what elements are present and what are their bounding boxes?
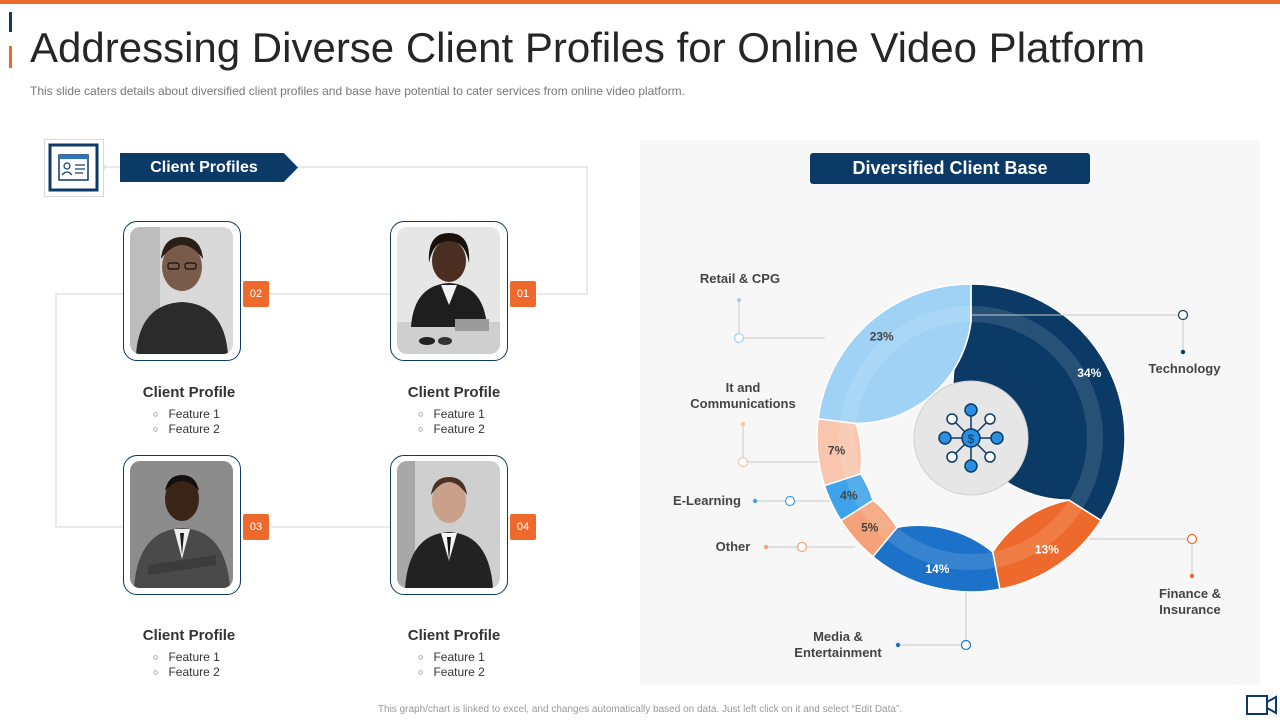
category-label-media-text: Media & Entertainment [794, 629, 882, 660]
leader-line [738, 300, 825, 339]
leader-ring-marker [737, 456, 749, 468]
donut-value-label: 4% [840, 488, 858, 502]
leader-ring-marker [1186, 533, 1198, 545]
leader-ring-marker [960, 639, 972, 651]
category-label-other: Other [715, 539, 751, 554]
category-label-finance: Finance & Insurance [1140, 586, 1240, 618]
category-label-it-text: It and Communications [690, 380, 796, 411]
donut-value-label: 23% [870, 330, 894, 344]
leader-ring-marker [796, 541, 808, 553]
donut-value-label: 5% [861, 520, 879, 534]
leader-dot-marker [736, 297, 742, 303]
category-label-elearning: E-Learning [673, 493, 741, 508]
leader-ring-marker [784, 495, 796, 507]
leader-dot-marker [752, 498, 758, 504]
leader-dot-marker [1180, 349, 1186, 355]
leader-ring-marker [1177, 309, 1189, 321]
leader-line [898, 592, 967, 646]
svg-text:$: $ [968, 432, 975, 446]
leader-line [742, 424, 818, 463]
leader-dot-marker [763, 544, 769, 550]
category-label-technology: Technology [1148, 361, 1221, 376]
leader-dot-marker [740, 421, 746, 427]
footer-note: This graph/chart is linked to excel, and… [377, 704, 903, 715]
category-label-it: It and Communications [678, 380, 808, 412]
donut-value-label: 7% [828, 444, 846, 458]
category-label-retail: Retail & CPG [699, 271, 781, 286]
donut-value-label: 34% [1077, 366, 1101, 380]
donut-value-label: 13% [1035, 543, 1059, 557]
category-label-finance-text: Finance & Insurance [1158, 586, 1222, 617]
leader-ring-marker [733, 332, 745, 344]
leader-dot-marker [1189, 573, 1195, 579]
video-camera-icon [1246, 695, 1277, 715]
leader-line [1090, 538, 1193, 576]
donut-chart: $ 34% 13% 14% 5% 4% 7% 23% [733, 283, 1198, 651]
category-label-media: Media & Entertainment [778, 629, 898, 661]
donut-value-label: 14% [925, 562, 949, 576]
